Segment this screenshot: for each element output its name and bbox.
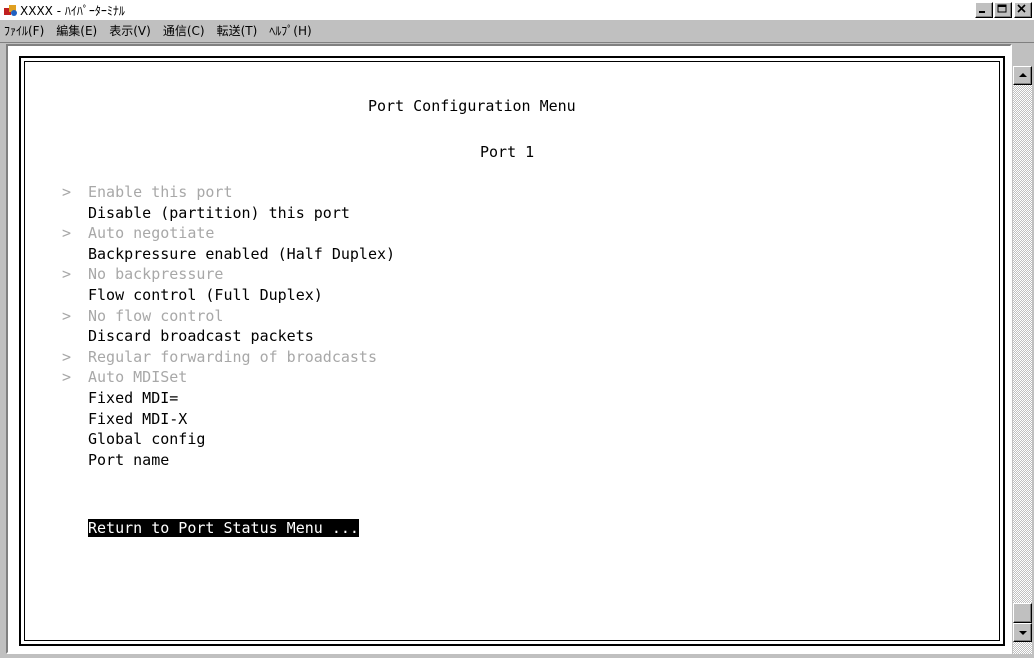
menu-view[interactable]: 表示(V) bbox=[103, 22, 157, 39]
menu-option[interactable]: Flow control (Full Duplex) bbox=[88, 286, 323, 304]
window-title: XXXX - ﾊｲﾊﾟｰﾀｰﾐﾅﾙ bbox=[20, 4, 125, 18]
current-setting-marker: > bbox=[62, 183, 72, 201]
menu-option[interactable]: Fixed MDI-X bbox=[88, 410, 187, 428]
menu-option[interactable]: Global config bbox=[88, 430, 205, 448]
current-setting-marker: > bbox=[62, 224, 72, 242]
menu-edit[interactable]: 編集(E) bbox=[50, 22, 103, 39]
scroll-down-button[interactable] bbox=[1013, 623, 1032, 642]
port-subheading: Port 1 bbox=[480, 143, 535, 161]
current-setting-marker: > bbox=[62, 265, 72, 283]
menu-option[interactable]: Enable this port bbox=[88, 183, 233, 201]
maximize-button[interactable] bbox=[994, 2, 1012, 18]
minimize-icon bbox=[979, 11, 985, 13]
menu-option[interactable]: Disable (partition) this port bbox=[88, 204, 350, 222]
menu-file[interactable]: ﾌｧｲﾙ(F) bbox=[0, 22, 50, 39]
menu-option[interactable]: Auto negotiate bbox=[88, 224, 214, 242]
current-setting-marker: > bbox=[62, 307, 72, 325]
menu-option[interactable]: Port name bbox=[88, 451, 169, 469]
menu-transfer[interactable]: 転送(T) bbox=[211, 22, 264, 39]
menu-option[interactable]: Regular forwarding of broadcasts bbox=[88, 348, 377, 366]
hyperterminal-icon[interactable] bbox=[3, 2, 19, 18]
arrow-down-icon bbox=[1019, 631, 1027, 635]
menu-bar: ﾌｧｲﾙ(F) 編集(E) 表示(V) 通信(C) 転送(T) ﾍﾙﾌﾟ(H) bbox=[0, 20, 1034, 40]
window-controls bbox=[974, 2, 1032, 18]
current-setting-marker: > bbox=[62, 348, 72, 366]
title-bar[interactable]: XXXX - ﾊｲﾊﾟｰﾀｰﾐﾅﾙ bbox=[0, 0, 1034, 20]
menu-help[interactable]: ﾍﾙﾌﾟ(H) bbox=[263, 22, 317, 39]
return-to-port-status-menu[interactable]: Return to Port Status Menu ... bbox=[88, 519, 359, 537]
menu-option[interactable]: Fixed MDI= bbox=[88, 389, 178, 407]
menu-option[interactable]: Discard broadcast packets bbox=[88, 327, 314, 345]
menu-heading: Port Configuration Menu bbox=[368, 97, 576, 115]
menu-option[interactable]: Auto MDISet bbox=[88, 368, 187, 386]
menu-option[interactable]: No flow control bbox=[88, 307, 223, 325]
close-button[interactable] bbox=[1014, 2, 1032, 18]
maximize-icon bbox=[997, 4, 1007, 13]
menu-option[interactable]: Backpressure enabled (Half Duplex) bbox=[88, 245, 395, 263]
menu-communication[interactable]: 通信(C) bbox=[157, 22, 211, 39]
menu-option[interactable]: No backpressure bbox=[88, 265, 223, 283]
minimize-button[interactable] bbox=[975, 2, 993, 18]
current-setting-marker: > bbox=[62, 368, 72, 386]
scroll-up-button[interactable] bbox=[1013, 66, 1032, 85]
vertical-scrollbar-track[interactable] bbox=[1013, 66, 1032, 654]
scroll-thumb[interactable] bbox=[1013, 603, 1032, 623]
arrow-up-icon bbox=[1019, 73, 1027, 77]
close-icon bbox=[1017, 4, 1026, 13]
